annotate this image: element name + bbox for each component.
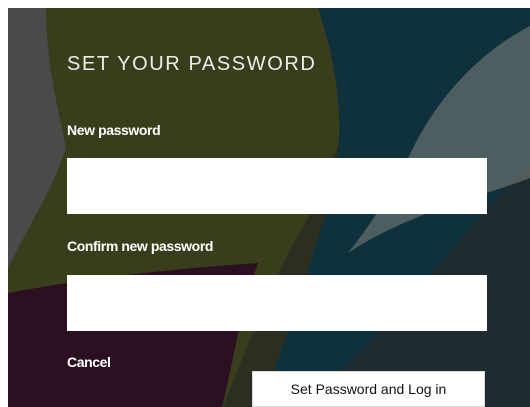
screen: SET YOUR PASSWORD New password Confirm n… [0,0,530,407]
new-password-label: New password [67,122,161,138]
page-title: SET YOUR PASSWORD [67,53,317,75]
new-password-input[interactable] [67,158,487,214]
confirm-password-label: Confirm new password [67,238,214,254]
cancel-link[interactable]: Cancel [67,353,111,371]
confirm-password-input[interactable] [67,275,487,331]
password-panel: SET YOUR PASSWORD New password Confirm n… [8,8,530,407]
set-password-login-button[interactable]: Set Password and Log in [252,371,485,407]
